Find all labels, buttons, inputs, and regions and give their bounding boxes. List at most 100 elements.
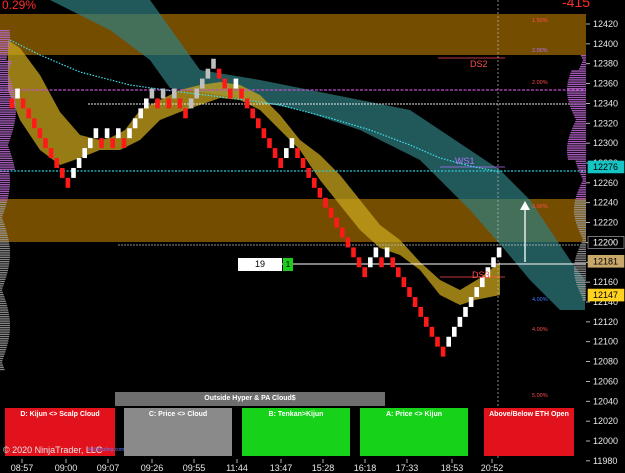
volume-bar bbox=[0, 56, 8, 58]
copyright-sub: tlc@trading.com bbox=[88, 447, 125, 453]
volume-bar bbox=[0, 63, 12, 65]
volume-bar bbox=[567, 151, 586, 154]
volume-bar bbox=[568, 79, 586, 81]
volume-bar bbox=[0, 208, 5, 210]
renko-brick bbox=[228, 88, 233, 99]
pct-label: 3.00% bbox=[532, 204, 548, 210]
time-tick-label: 16:18 bbox=[354, 463, 377, 473]
volume-bar bbox=[0, 309, 9, 311]
volume-bar bbox=[0, 302, 7, 305]
volume-bar bbox=[0, 333, 10, 335]
volume-bar bbox=[579, 171, 586, 173]
volume-bar bbox=[0, 162, 14, 164]
volume-bar bbox=[574, 217, 586, 220]
renko-brick bbox=[267, 138, 272, 149]
quantity-input[interactable]: 19 bbox=[238, 258, 282, 271]
volume-bar bbox=[0, 155, 12, 157]
panel-b-tenkan-kijun[interactable]: B: Tenkan>Kijun bbox=[242, 408, 350, 456]
renko-brick bbox=[407, 287, 412, 298]
renko-brick bbox=[54, 158, 59, 168]
volume-bar bbox=[0, 49, 9, 52]
volume-bar bbox=[0, 274, 7, 276]
time-tick-label: 18:53 bbox=[441, 463, 464, 473]
renko-brick bbox=[188, 98, 194, 109]
volume-bar bbox=[0, 311, 9, 313]
volume-bar bbox=[0, 252, 10, 254]
volume-bar bbox=[576, 222, 586, 224]
volume-bar bbox=[582, 297, 586, 299]
volume-bar bbox=[0, 78, 11, 80]
price-tick-label: 12400 bbox=[593, 39, 618, 49]
price-tick-label: 12300 bbox=[593, 138, 618, 148]
renko-brick bbox=[93, 128, 99, 139]
renko-brick bbox=[216, 68, 222, 79]
volume-bar bbox=[0, 335, 10, 338]
volume-bar bbox=[0, 324, 10, 327]
volume-bar bbox=[0, 305, 8, 307]
volume-bar bbox=[0, 291, 3, 294]
volume-bar bbox=[0, 80, 11, 82]
panel-eth-open[interactable]: Above/Below ETH Open bbox=[484, 408, 574, 456]
volume-bar bbox=[0, 346, 7, 349]
renko-brick bbox=[373, 247, 379, 258]
volume-bar bbox=[567, 156, 586, 158]
renko-brick bbox=[88, 138, 93, 149]
volume-bar bbox=[0, 43, 10, 45]
renko-brick bbox=[368, 257, 373, 268]
volume-bar bbox=[0, 357, 4, 360]
volume-bar bbox=[0, 228, 6, 230]
volume-bar bbox=[572, 112, 586, 114]
volume-bar bbox=[580, 292, 586, 294]
volume-bar bbox=[0, 322, 10, 324]
renko-brick bbox=[356, 257, 362, 268]
volume-bar bbox=[0, 60, 12, 63]
volume-bar bbox=[574, 270, 586, 272]
volume-bar bbox=[0, 41, 10, 43]
renko-brick bbox=[149, 88, 155, 99]
volume-bar bbox=[567, 149, 586, 151]
volume-bar bbox=[0, 243, 10, 245]
volume-bar bbox=[0, 82, 12, 85]
pct-label: 4.00% bbox=[532, 327, 548, 333]
price-tick-label: 12060 bbox=[593, 376, 618, 386]
volume-bar bbox=[0, 168, 15, 170]
quantity-button[interactable]: 1 bbox=[283, 258, 293, 271]
renko-brick bbox=[233, 78, 239, 89]
volume-bar bbox=[0, 96, 15, 98]
volume-bar bbox=[575, 118, 586, 121]
panel-c-price-cloud[interactable]: C: Price <> Cloud bbox=[124, 408, 232, 456]
time-axis: 08:57 09:00 09:07 09:26 09:55 11:44 13:47 15:28… bbox=[0, 459, 586, 473]
panel-a-price-kijun[interactable]: A: Price <> Kijun bbox=[360, 408, 468, 456]
volume-bar bbox=[574, 209, 586, 211]
volume-bar bbox=[575, 198, 586, 200]
price-tick-label: 12220 bbox=[593, 218, 618, 228]
time-tick-label: 11:44 bbox=[226, 463, 248, 473]
volume-bar bbox=[577, 286, 586, 288]
volume-bar bbox=[0, 338, 9, 340]
volume-bar bbox=[0, 113, 16, 115]
volume-bar bbox=[0, 355, 4, 357]
renko-brick bbox=[323, 197, 328, 208]
volume-bar bbox=[578, 228, 586, 231]
volume-bar bbox=[0, 366, 4, 368]
volume-bar bbox=[0, 313, 10, 316]
renko-brick bbox=[345, 237, 351, 248]
volume-bar bbox=[576, 281, 586, 283]
volume-bar bbox=[582, 180, 586, 182]
volume-bar bbox=[576, 162, 586, 165]
renko-brick bbox=[121, 138, 127, 149]
volume-bar bbox=[0, 342, 8, 344]
renko-brick bbox=[435, 336, 440, 347]
volume-bar bbox=[574, 200, 586, 202]
volume-bar bbox=[574, 268, 586, 270]
volume-bar bbox=[0, 140, 10, 142]
volume-bar bbox=[569, 103, 586, 105]
price-tick-label: 12360 bbox=[593, 79, 618, 89]
volume-bar bbox=[575, 121, 586, 123]
volume-bar bbox=[567, 90, 586, 92]
volume-bar bbox=[0, 166, 15, 168]
volume-bar bbox=[0, 296, 5, 298]
volume-bar bbox=[0, 327, 10, 329]
renko-brick bbox=[463, 306, 468, 317]
price-marker-label: 12181 bbox=[593, 256, 618, 266]
